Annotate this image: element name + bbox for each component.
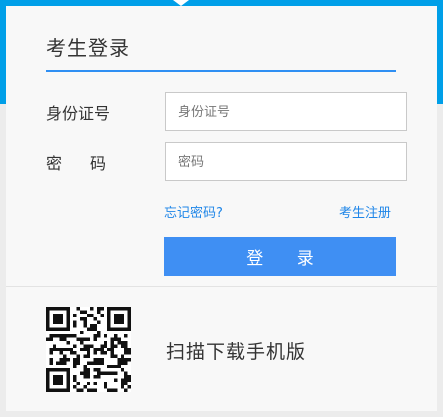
password-label: 密码 bbox=[46, 154, 135, 173]
qr-code bbox=[46, 307, 131, 392]
register-link[interactable]: 考生注册 bbox=[339, 202, 391, 221]
forgot-password-link[interactable]: 忘记密码? bbox=[164, 202, 223, 221]
login-panel: 考生登录 身份证号 密码 忘记密码? 考生注册 登 录 扫描下载手机版 bbox=[6, 6, 437, 411]
qr-code-icon bbox=[46, 307, 131, 392]
scan-download-text: 扫描下载手机版 bbox=[166, 341, 307, 363]
title-underline bbox=[46, 70, 396, 72]
id-number-label: 身份证号 bbox=[46, 104, 111, 123]
id-number-input[interactable] bbox=[165, 92, 407, 131]
panel-title: 考生登录 bbox=[46, 36, 130, 60]
section-divider bbox=[6, 286, 437, 287]
password-input[interactable] bbox=[165, 142, 407, 181]
login-button[interactable]: 登 录 bbox=[164, 237, 396, 276]
